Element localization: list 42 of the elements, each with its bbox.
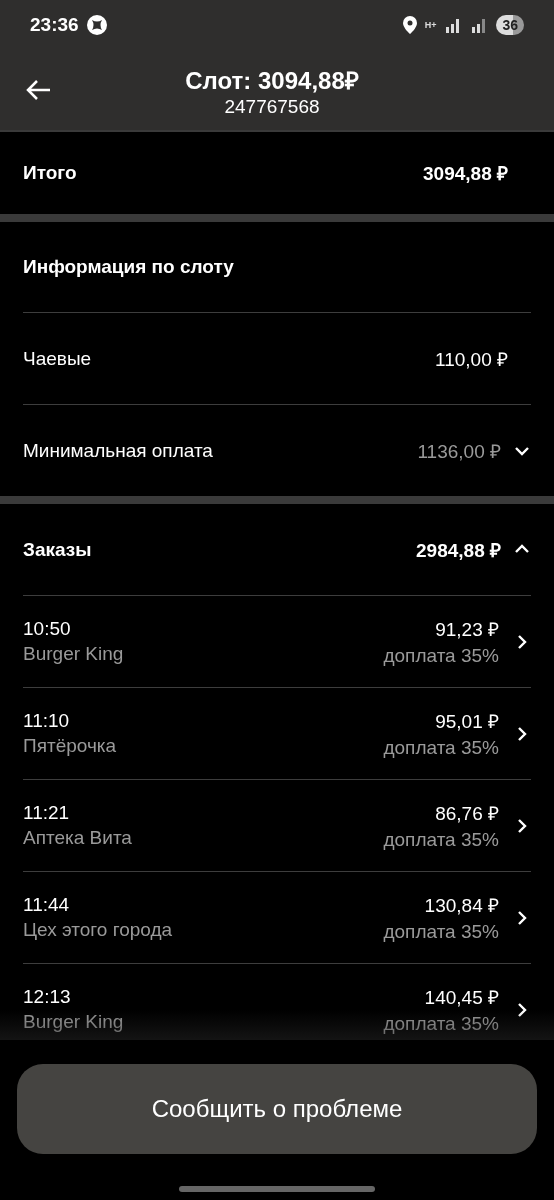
report-problem-button[interactable]: Сообщить о проблеме [17, 1064, 537, 1154]
app-notification-icon [86, 15, 107, 35]
order-place: Пятёрочка [23, 735, 117, 757]
order-time: 11:44 [23, 894, 70, 916]
order-place: Цех этого города [23, 919, 173, 941]
order-surcharge: доплата 35% [383, 921, 499, 943]
info-label: Минимальная оплата [23, 439, 214, 462]
status-time: 23:36 [30, 14, 79, 36]
orders-label: Заказы [23, 538, 93, 561]
order-amount: 140,45 ₽ [424, 986, 499, 1010]
slot-number: 247767568 [224, 95, 320, 118]
order-time: 10:50 [23, 618, 71, 640]
order-surcharge: доплата 35% [383, 1013, 499, 1035]
order-place: Burger King [23, 643, 124, 665]
order-amount: 130,84 ₽ [424, 894, 499, 918]
orders-amount: 2984,88 ₽ [416, 538, 501, 563]
total-amount: 3094,88 ₽ [423, 162, 508, 186]
battery-level: 36 [496, 15, 524, 35]
order-amount: 91,23 ₽ [435, 618, 499, 642]
info-label: Чаевые [23, 347, 93, 370]
order-surcharge: доплата 35% [383, 645, 499, 667]
info-amount: 1136,00 ₽ [417, 439, 501, 464]
order-row[interactable]: 12:13 Burger King 140,45 ₽ доплата 35% [23, 963, 531, 1040]
order-place: Burger King [23, 1011, 124, 1033]
order-time: 11:21 [23, 802, 70, 824]
order-surcharge: доплата 35% [383, 737, 499, 759]
order-row[interactable]: 11:21 Аптека Вита 86,76 ₽ доплата 35% [23, 779, 531, 871]
total-label: Итого [23, 162, 78, 184]
location-icon [402, 16, 417, 34]
order-amount: 86,76 ₽ [435, 802, 499, 826]
info-amount: 110,00 ₽ [435, 347, 508, 372]
order-surcharge: доплата 35% [383, 829, 499, 851]
screen-title: Слот: 3094,88₽ [185, 65, 359, 96]
order-time: 12:13 [23, 986, 71, 1008]
order-row[interactable]: 11:10 Пятёрочка 95,01 ₽ доплата 35% [23, 687, 531, 779]
order-row[interactable]: 11:44 Цех этого города 130,84 ₽ доплата 35% [23, 871, 531, 963]
order-amount: 95,01 ₽ [435, 710, 499, 734]
order-time: 11:10 [23, 710, 70, 732]
network-type: H+ [424, 20, 437, 30]
section-title: Информация по слоту [23, 256, 235, 278]
order-row[interactable]: 10:50 Burger King 91,23 ₽ доплата 35% [23, 595, 531, 687]
order-place: Аптека Вита [23, 827, 132, 849]
